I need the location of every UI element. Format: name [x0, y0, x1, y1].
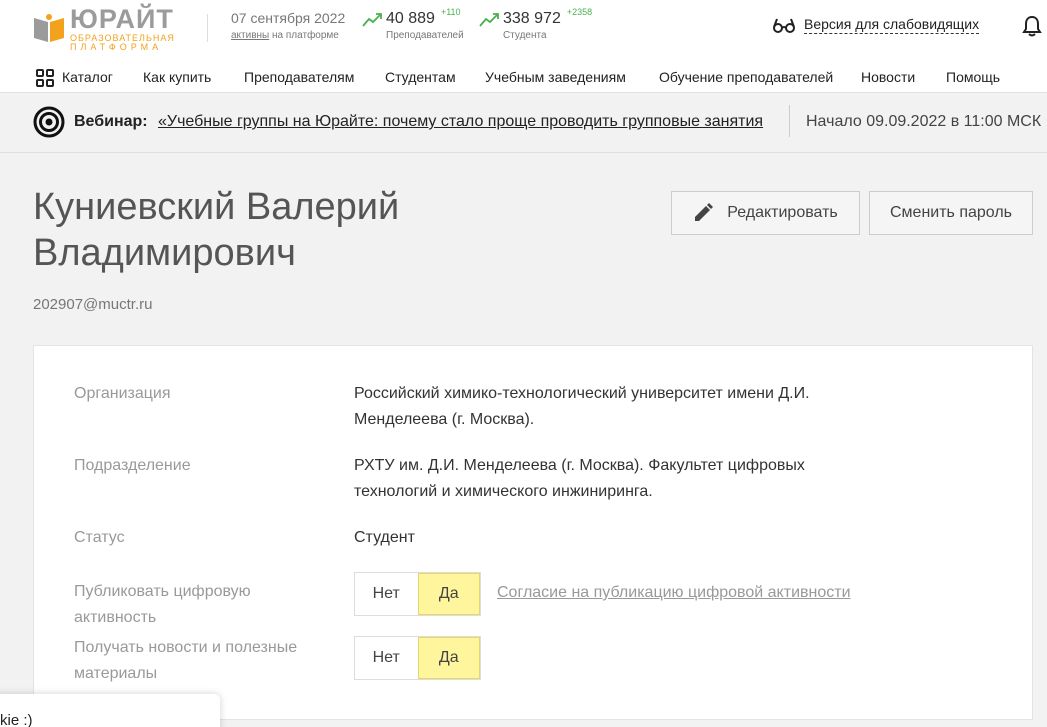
- pencil-icon: [695, 203, 714, 221]
- cookie-notice-text: kie :): [0, 712, 33, 727]
- publish-consent-link[interactable]: Согласие на публикацию цифровой активнос…: [497, 584, 851, 602]
- trend-up-icon: [362, 13, 382, 27]
- nav-teacher-training[interactable]: Обучение преподавателей: [659, 69, 833, 85]
- nav-help[interactable]: Помощь: [946, 69, 1000, 85]
- accessibility-toggle[interactable]: Версия для слабовидящих: [773, 16, 980, 34]
- nav-how-to-buy[interactable]: Как купить: [143, 69, 211, 85]
- accessibility-label: Версия для слабовидящих: [804, 16, 980, 34]
- publish-activity-toggle: Нет Да: [354, 572, 481, 616]
- logo-sub-text-2: ПЛАТФОРМА: [70, 42, 163, 52]
- status-value: Студент: [354, 529, 415, 546]
- glasses-icon: [773, 18, 795, 33]
- news-subscription-label: Получать новости и полезные материалы: [74, 639, 298, 682]
- students-stat: 338 972 +2358 Студента: [479, 7, 593, 41]
- students-label: Студента: [503, 30, 547, 41]
- webinar-date: Начало 09.09.2022 в 11:00 МСК: [806, 113, 1042, 130]
- header-divider: [207, 14, 208, 42]
- publish-activity-label: Публиковать цифровую активность: [74, 583, 251, 626]
- change-password-button[interactable]: Сменить пароль: [869, 191, 1033, 235]
- webinar-title: Вебинар:: [74, 113, 148, 130]
- news-no-option[interactable]: Нет: [355, 637, 418, 679]
- teachers-count: 40 889: [386, 10, 435, 27]
- change-password-label: Сменить пароль: [889, 204, 1012, 221]
- trend-up-icon: [479, 13, 499, 27]
- edit-profile-button[interactable]: Редактировать: [671, 191, 860, 235]
- webinar-divider: [789, 105, 790, 137]
- department-value: РХТУ им. Д.И. Менделеева (г. Москва). Фа…: [354, 457, 805, 500]
- status-label: Статус: [74, 529, 125, 546]
- profile-name: Куниевский Валерий Владимирович: [33, 186, 400, 274]
- active-users-link[interactable]: активны: [231, 30, 269, 41]
- current-date: 07 сентября 2022: [231, 10, 346, 26]
- nav-catalog[interactable]: Каталог: [62, 69, 113, 85]
- webinar-banner: Вебинар: «Учебные группы на Юрайте: поче…: [0, 93, 1047, 153]
- publish-no-option[interactable]: Нет: [355, 573, 418, 615]
- nav-teachers[interactable]: Преподавателям: [244, 69, 354, 85]
- edit-profile-label: Редактировать: [727, 204, 838, 221]
- news-subscription-toggle: Нет Да: [354, 636, 481, 680]
- teachers-stat: 40 889 +110 Преподавателей: [362, 7, 464, 41]
- teachers-label: Преподавателей: [386, 30, 464, 41]
- main-nav: Каталог Как купить Преподавателям Студен…: [0, 62, 1047, 92]
- organization-value: Российский химико-технологический универ…: [354, 385, 810, 428]
- department-label: Подразделение: [74, 457, 191, 474]
- students-count: 338 972: [503, 10, 561, 27]
- date-block: 07 сентября 2022 активны на платформе: [231, 10, 345, 41]
- publish-yes-option[interactable]: Да: [417, 573, 480, 615]
- logo-main-text: ЮРАЙТ: [70, 4, 174, 34]
- teachers-delta: +110: [440, 7, 461, 17]
- site-header: ЮРАЙТ ОБРАЗОВАТЕЛЬНАЯ ПЛАТФОРМА 07 сентя…: [0, 0, 1047, 93]
- cookie-notice: kie :): [0, 694, 220, 727]
- organization-label: Организация: [74, 385, 171, 402]
- students-delta: +2358: [566, 7, 593, 17]
- nav-institutions[interactable]: Учебным заведениям: [485, 69, 626, 85]
- nav-students[interactable]: Студентам: [385, 69, 456, 85]
- active-users-suffix: на платформе: [272, 30, 339, 41]
- logo-icon: [32, 12, 66, 46]
- news-yes-option[interactable]: Да: [417, 637, 480, 679]
- profile-email: 202907@muctr.ru: [33, 296, 153, 313]
- bell-icon[interactable]: [1022, 15, 1042, 42]
- broadcast-icon: [33, 106, 65, 138]
- logo[interactable]: ЮРАЙТ ОБРАЗОВАТЕЛЬНАЯ ПЛАТФОРМА: [32, 6, 184, 52]
- webinar-link[interactable]: «Учебные группы на Юрайте: почему стало …: [158, 113, 763, 131]
- nav-news[interactable]: Новости: [861, 69, 915, 85]
